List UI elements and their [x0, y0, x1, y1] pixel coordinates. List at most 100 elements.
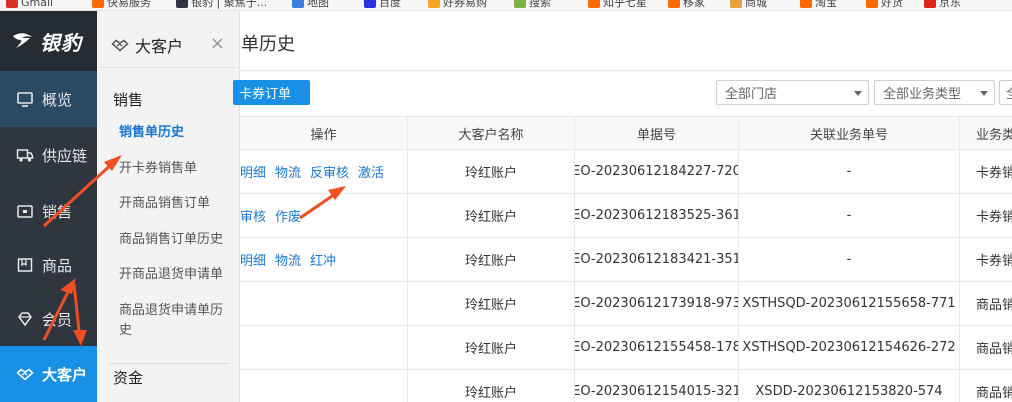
nav-item-supply-chain[interactable]: 供应链 [0, 127, 97, 183]
bookmark-item[interactable]: 银豹 | 聚焦于... [176, 0, 267, 9]
gmail-icon [6, 0, 18, 8]
bookmark-icon [428, 0, 440, 8]
customer-name: 玲红账户 [408, 150, 575, 193]
business-type: 商品销 [976, 386, 1012, 401]
logo-icon [13, 33, 32, 48]
nav-item-products[interactable]: 商品 [0, 237, 97, 293]
bookmark-item[interactable]: 地图 [292, 0, 329, 9]
bookmark-item[interactable]: Gmail [6, 0, 53, 9]
column-header: 操作 [240, 117, 408, 149]
truck-icon [16, 149, 34, 162]
nav-item-sales[interactable]: 销售 [0, 183, 97, 239]
red-reversal-link[interactable]: 红冲 [310, 250, 336, 269]
bookmark-icon [364, 0, 376, 8]
submenu-group-sales: 销售 [113, 91, 144, 109]
nav-item-key-accounts[interactable]: 大客户 [0, 346, 97, 402]
row-operations: 审核 作废 [240, 194, 408, 237]
submenu-item-product-order-history[interactable]: 商品销售订单历史 [119, 230, 235, 250]
store-filter-select[interactable]: 全部门店 [716, 80, 869, 105]
void-link[interactable]: 作废 [275, 206, 301, 225]
table-row: 玲红账户 EO-20230612154015-321 XSDD-20230612… [240, 370, 1012, 402]
nav-item-members[interactable]: 会员 [0, 291, 97, 347]
customer-name: 玲红账户 [408, 326, 575, 369]
detail-link[interactable]: 明细 [240, 250, 266, 269]
row-operations: 明细 物流 反审核 激活 [240, 150, 408, 193]
document-number: EO-20230612154015-321 [575, 370, 739, 402]
bookmark-item[interactable]: 搜索 [514, 0, 551, 9]
bookmark-item[interactable]: 京东 [924, 0, 961, 9]
submenu-divider [109, 363, 229, 364]
table-row: 明细 物流 红冲 玲红账户 EO-20230612183421-351 - 卡券… [240, 238, 1012, 282]
detail-link[interactable]: 明细 [240, 162, 266, 181]
bookmark-item[interactable]: 好货 [866, 0, 903, 9]
column-header: 关联业务单号 [739, 117, 960, 149]
bookmark-icon [924, 0, 936, 8]
bookmark-item[interactable]: 知乎七星 [588, 0, 647, 9]
column-header: 单据号 [575, 117, 739, 149]
document-number: EO-20230612155458-178 [575, 326, 739, 369]
diamond-icon [18, 312, 32, 327]
bookmark-item[interactable]: 好券易购 [428, 0, 487, 9]
row-operations [240, 282, 408, 325]
related-number: XSTHSQD-20230612154626-272 [739, 326, 960, 369]
logo-text: 银豹 [40, 30, 82, 55]
book-icon [17, 258, 33, 272]
chevron-down-icon [980, 91, 988, 96]
submenu-group-funds[interactable]: 资金 [113, 367, 143, 388]
document-number: EO-20230612183525-361 [575, 194, 739, 237]
related-number: - [739, 238, 960, 281]
submenu-item-open-card-sale[interactable]: 开卡券销售单 [119, 159, 235, 179]
bookmark-icon [866, 0, 878, 8]
title-divider [240, 70, 1012, 71]
customer-name: 玲红账户 [408, 238, 575, 281]
handshake-icon [111, 39, 129, 51]
page-title: 单历史 [241, 34, 295, 55]
bookmark-item[interactable]: 快易服务 [92, 0, 151, 9]
key-accounts-submenu: 大客户 × 销售 销售单历史 开卡券销售单 开商品销售订单 商品销售订单历史 开… [97, 11, 240, 402]
reverse-audit-link[interactable]: 反审核 [310, 162, 349, 181]
column-header: 业务类 [976, 127, 1012, 143]
document-number: EO-20230612183421-351 [575, 238, 739, 281]
related-number: - [739, 194, 960, 237]
business-type-filter-select[interactable]: 全部业务类型 [874, 80, 995, 105]
table-row: 明细 物流 反审核 激活 玲红账户 EO-20230612184227-720 … [240, 150, 1012, 194]
submenu-title: 大客户 [135, 36, 184, 56]
nav-item-overview[interactable]: 概览 [0, 71, 97, 127]
submenu-item-sales-history[interactable]: 销售单历史 [119, 123, 235, 143]
screen: Gmail 快易服务 银豹 | 聚焦于... 地图 百度 好券易购 搜索 知乎七… [0, 0, 1012, 402]
submenu-item-return-request-history[interactable]: 商品退货申请单历史 [119, 301, 235, 341]
business-type: 商品销 [976, 298, 1012, 313]
handshake-icon [16, 368, 34, 381]
business-type: 卡券销 [976, 210, 1012, 225]
table-row: 玲红账户 EO-20230612155458-178 XSTHSQD-20230… [240, 326, 1012, 370]
business-type: 商品销 [976, 342, 1012, 357]
row-operations [240, 326, 408, 369]
submenu-item-open-product-order[interactable]: 开商品销售订单 [119, 194, 235, 214]
customer-name: 玲红账户 [408, 194, 575, 237]
related-number: XSDD-20230612153820-574 [739, 370, 960, 402]
close-icon[interactable]: × [210, 33, 225, 54]
bookmark-item[interactable]: 商城 [730, 0, 767, 9]
business-type: 卡券销 [976, 254, 1012, 269]
bookmark-item[interactable]: 百度 [364, 0, 401, 9]
chevron-down-icon [854, 91, 862, 96]
app-logo[interactable]: 银豹 [0, 11, 97, 71]
document-number: EO-20230612184227-720 [575, 150, 739, 193]
table-header: 操作 大客户名称 单据号 关联业务单号 业务类 [240, 116, 1012, 150]
bookmark-icon [730, 0, 742, 8]
table-row: 玲红账户 EO-20230612173918-973 XSTHSQD-20230… [240, 282, 1012, 326]
bookmark-item[interactable]: 淘宝 [800, 0, 837, 9]
bookmark-icon [514, 0, 526, 8]
bookmark-item[interactable]: 移家 [668, 0, 705, 9]
customer-name: 玲红账户 [408, 370, 575, 402]
browser-bookmarks-bar: Gmail 快易服务 银豹 | 聚焦于... 地图 百度 好券易购 搜索 知乎七… [0, 0, 1012, 11]
logistics-link[interactable]: 物流 [275, 162, 301, 181]
card-voucher-order-button[interactable]: 卡券订单 [233, 80, 310, 105]
logistics-link[interactable]: 物流 [275, 250, 301, 269]
activate-link[interactable]: 激活 [358, 162, 384, 181]
extra-filter-select[interactable]: 全部 [999, 80, 1012, 105]
audit-link[interactable]: 审核 [240, 206, 266, 225]
bookmark-icon [588, 0, 600, 8]
document-number: EO-20230612173918-973 [575, 282, 739, 325]
submenu-item-open-return-request[interactable]: 开商品退货申请单 [119, 265, 235, 285]
